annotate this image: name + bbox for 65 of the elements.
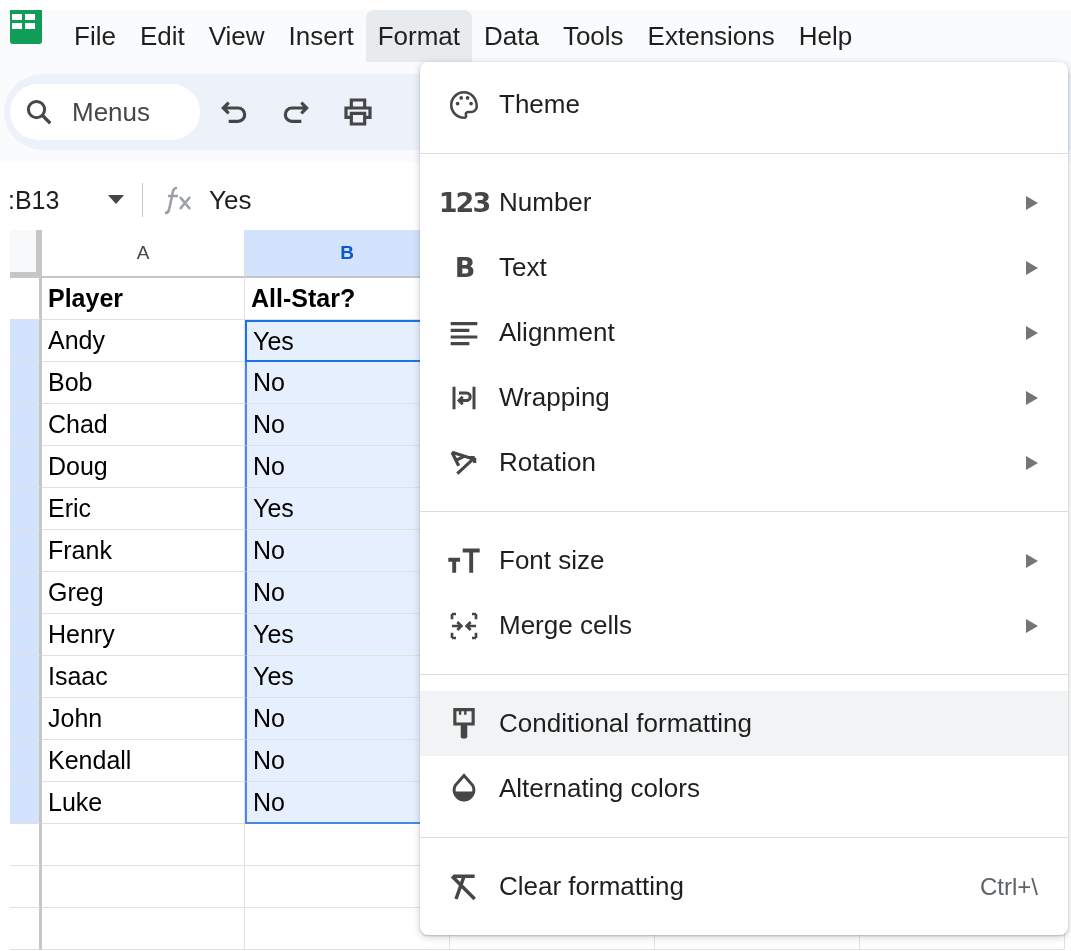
menu-item[interactable]: Theme bbox=[420, 72, 1068, 137]
row-header[interactable] bbox=[10, 572, 42, 614]
menu-item[interactable]: Conditional formatting bbox=[420, 691, 1068, 756]
menu-item-label: Number bbox=[499, 187, 593, 218]
row-header[interactable] bbox=[10, 488, 42, 530]
table-cell: Eric bbox=[42, 488, 245, 530]
format-glyph-icon: B bbox=[454, 252, 474, 283]
menu-item-label: Wrapping bbox=[499, 382, 611, 413]
menu-item-label: Alternating colors bbox=[499, 773, 701, 804]
row-header[interactable] bbox=[10, 740, 42, 782]
row-header[interactable] bbox=[10, 866, 42, 908]
menu-item-label: Merge cells bbox=[499, 610, 633, 641]
row-header[interactable] bbox=[10, 404, 42, 446]
menu-bar-item[interactable]: Help bbox=[786, 10, 865, 62]
caret-icon[interactable] bbox=[108, 195, 124, 205]
row-header[interactable] bbox=[10, 782, 42, 824]
table-cell: Doug bbox=[42, 446, 245, 488]
table-cell: Bob bbox=[42, 362, 245, 404]
row-header[interactable] bbox=[10, 362, 42, 404]
menu-item-label: Font size bbox=[499, 545, 606, 576]
menu-item-label: Clear formatting bbox=[499, 871, 685, 902]
row-header[interactable] bbox=[10, 446, 42, 488]
menu-item-label: Conditional formatting bbox=[499, 708, 753, 739]
menu-item-label: Theme bbox=[499, 89, 581, 120]
row-header[interactable] bbox=[10, 824, 42, 866]
table-cell: John bbox=[42, 698, 245, 740]
menu-bar-item[interactable]: File bbox=[62, 10, 128, 62]
menu-bar-item[interactable]: Format bbox=[365, 10, 472, 62]
menu-item[interactable]: Clear formatting Ctrl+\ bbox=[420, 854, 1068, 919]
menu-bar-item[interactable]: Tools bbox=[550, 10, 636, 62]
shortcut-text: Ctrl+\ bbox=[980, 872, 1038, 901]
sheets-logo[interactable] bbox=[10, 10, 42, 46]
table-cell: Isaac bbox=[42, 656, 245, 698]
select-all-corner[interactable] bbox=[10, 230, 42, 278]
row-header[interactable] bbox=[10, 530, 42, 572]
menu-bar-item[interactable]: Extensions bbox=[635, 10, 787, 62]
menu-item-label: Text bbox=[499, 252, 548, 283]
table-cell: Chad bbox=[42, 404, 245, 446]
format-glyph-icon: 123 bbox=[438, 187, 490, 218]
search-menus-field[interactable]: Menus bbox=[10, 84, 200, 140]
table-cell: Kendall bbox=[42, 740, 245, 782]
column-header[interactable]: A bbox=[42, 230, 245, 278]
row-header[interactable] bbox=[10, 278, 42, 320]
table-cell: Frank bbox=[42, 530, 245, 572]
table-cell: Luke bbox=[42, 782, 245, 824]
menu-bar-item[interactable]: Data bbox=[472, 10, 551, 62]
table-cell: Player bbox=[42, 278, 245, 320]
print-icon[interactable] bbox=[342, 96, 374, 128]
menu-bar-item[interactable]: Edit bbox=[127, 10, 197, 62]
row-header[interactable] bbox=[10, 656, 42, 698]
table-cell: Greg bbox=[42, 572, 245, 614]
row-header[interactable] bbox=[10, 698, 42, 740]
menu-bar-item[interactable]: Insert bbox=[276, 10, 366, 62]
menu-item-label: Rotation bbox=[499, 447, 597, 478]
table-cell: Henry bbox=[42, 614, 245, 656]
font-size-icon bbox=[447, 546, 481, 575]
menu-item-label: Alignment bbox=[499, 317, 616, 348]
name-box[interactable]: :B13 bbox=[8, 185, 108, 215]
table-cell: Andy bbox=[42, 320, 245, 362]
row-header[interactable] bbox=[10, 614, 42, 656]
row-header[interactable] bbox=[10, 908, 42, 950]
row-header[interactable] bbox=[10, 320, 42, 362]
menu-bar-item[interactable]: View bbox=[196, 10, 277, 62]
search-icon bbox=[24, 97, 54, 127]
formula-text[interactable]: Yes bbox=[209, 184, 252, 216]
